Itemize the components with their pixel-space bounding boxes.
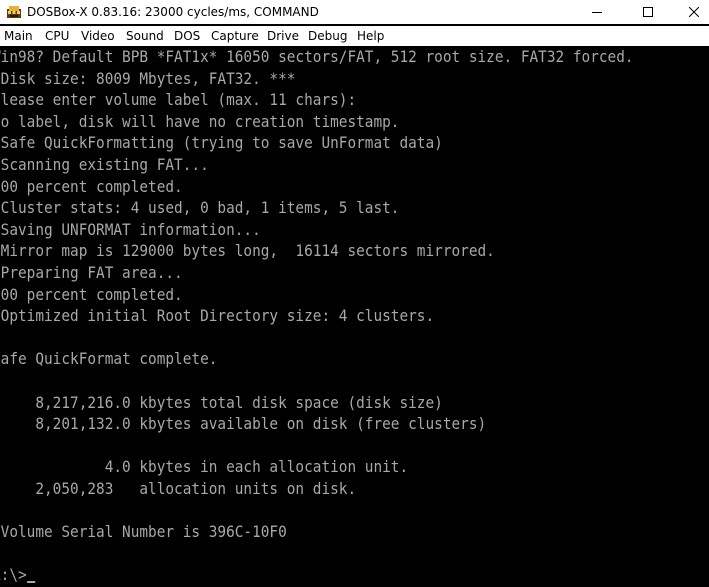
console-line: Saving UNFORMAT information... [0,219,261,239]
console-line: Mirror map is 129000 bytes long, 16114 s… [0,241,495,261]
console-line: 2,050,283 allocation units on disk. [0,479,357,498]
console-line: 4.0 kbytes in each allocation unit. [0,457,409,477]
maximize-button[interactable] [625,0,671,24]
console-line: Optimized initial Root Directory size: 4… [0,306,435,326]
command-prompt: Z:\> [0,565,27,585]
console-line: Volume Serial Number is 396C-10F0 [0,522,287,542]
menu-sound[interactable]: Sound [126,28,164,44]
maximize-icon [643,7,653,17]
dos-console[interactable]: Win98? Default BPB *FAT1x* 16050 sectors… [0,46,709,587]
console-line: Cluster stats: 4 used, 0 bad, 1 items, 5… [0,198,400,218]
console-line: Disk size: 8009 Mbytes, FAT32. *** [0,68,296,88]
console-line: Win98? Default BPB *FAT1x* 16050 sectors… [0,47,634,66]
menu-capture[interactable]: Capture [211,28,259,44]
console-line: 8,201,132.0 kbytes available on disk (fr… [0,414,487,434]
command-prompt-line[interactable]: Z:\> [0,564,35,586]
console-line: 100 percent completed. [0,176,183,196]
window-title: DOSBox-X 0.83.16: 23000 cycles/ms, COMMA… [27,5,319,19]
text-cursor [26,581,35,584]
menu-debug[interactable]: Debug [308,28,347,44]
dosbox-window: DOSBox-X 0.83.16: 23000 cycles/ms, COMMA… [0,0,709,587]
close-button[interactable] [671,0,709,24]
console-line: No label, disk will have no creation tim… [0,111,400,131]
title-bar[interactable]: DOSBox-X 0.83.16: 23000 cycles/ms, COMMA… [0,0,709,24]
console-line: Safe QuickFormat complete. [0,349,218,369]
menu-bar: Main CPU Video Sound DOS Capture Drive D… [0,26,709,46]
menu-drive[interactable]: Drive [267,28,299,44]
menu-video[interactable]: Video [81,28,115,44]
dosbox-x-app-icon[interactable] [6,4,22,20]
console-line: Scanning existing FAT... [0,155,209,174]
minimize-button[interactable] [574,0,620,24]
menu-main[interactable]: Main [4,28,33,44]
console-line: 8,217,216.0 kbytes total disk space (dis… [0,392,443,412]
menu-help[interactable]: Help [357,28,384,44]
close-icon [689,7,699,17]
menu-dos[interactable]: DOS [174,28,200,44]
console-line: Please enter volume label (max. 11 chars… [0,90,357,110]
console-line: Preparing FAT area... [0,263,183,282]
console-line: 100 percent completed. [0,284,183,304]
console-line: Safe QuickFormatting (trying to save UnF… [0,133,443,153]
minimize-icon [592,12,602,13]
menu-cpu[interactable]: CPU [45,28,69,44]
